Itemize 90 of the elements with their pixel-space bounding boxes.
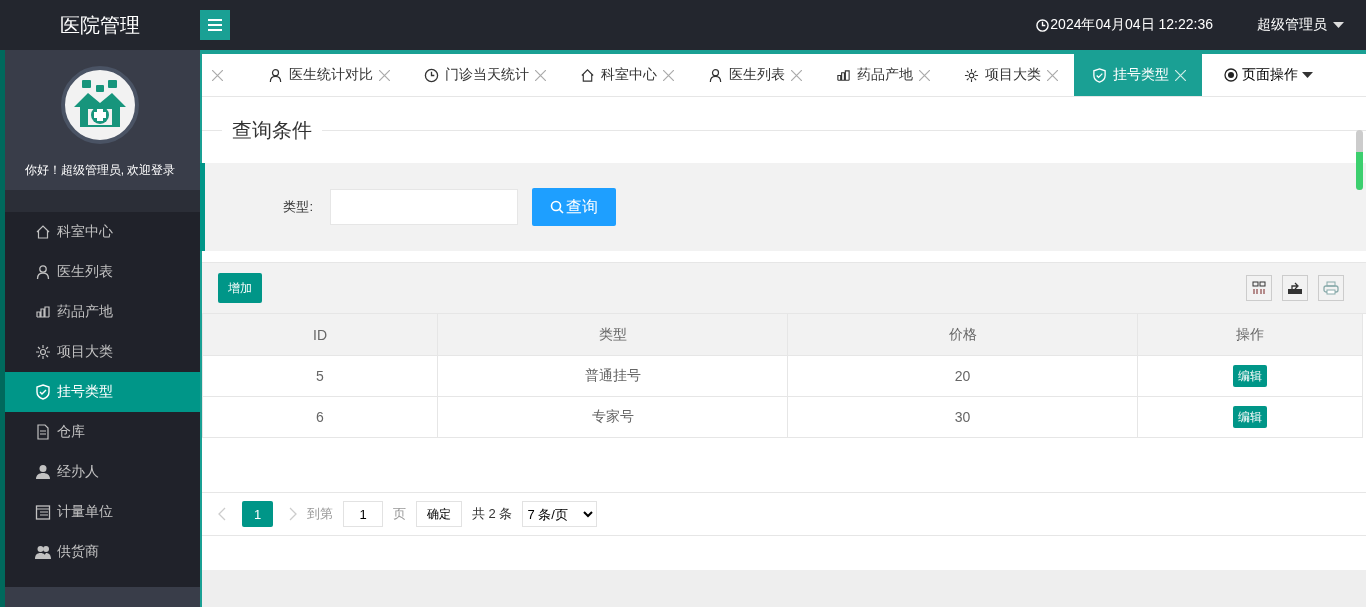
edit-button[interactable]: 编辑 [1233,406,1267,428]
tab-label: 医生统计对比 [289,66,373,84]
table-cell: 20 [787,355,1138,397]
sidebar-item[interactable]: 医生列表 [5,252,200,292]
sidebar-item[interactable]: 挂号类型 [5,372,200,412]
sidebar-item[interactable]: 项目大类 [5,332,200,372]
radio-icon [1224,68,1238,82]
close-icon[interactable] [663,69,674,81]
field-label: 类型: [282,198,313,216]
tab[interactable]: 医生列表 [690,54,818,96]
goto-label: 到第 [307,505,333,523]
page-actions-menu[interactable]: 页面操作 [1224,66,1313,84]
sidebar-item[interactable]: 供货商 [5,532,200,572]
chart-icon [836,67,851,83]
close-icon[interactable] [919,69,930,81]
print-button[interactable] [1318,275,1344,301]
user-menu[interactable]: 超级管理员 [1257,16,1344,34]
sidebar-item[interactable]: 经办人 [5,452,200,492]
caret-icon [1333,22,1344,28]
user-icon [268,67,283,83]
page-size-select[interactable]: 7 条/页 [522,501,598,527]
search-icon [550,200,564,214]
tab-label: 项目大类 [985,66,1041,84]
file-icon [35,424,51,440]
people-icon [35,544,51,560]
menu-icon [207,18,223,32]
close-icon[interactable] [212,69,223,81]
sidebar-item[interactable]: 科室中心 [5,212,200,252]
sidebar-item[interactable]: 计量单位 [5,492,200,532]
export-button[interactable] [1282,275,1308,301]
tab[interactable]: 科室中心 [562,54,690,96]
gear-icon [964,67,979,83]
gear-icon [35,344,51,360]
tab[interactable]: 药品产地 [818,54,946,96]
table-cell: 5 [202,355,438,397]
page-input[interactable]: 1 [343,501,383,527]
column-header: ID [202,314,438,356]
scrollbar[interactable] [1356,130,1363,190]
close-icon[interactable] [379,69,390,81]
table-cell: 30 [787,396,1138,438]
sidebar-item[interactable]: 药品产地 [5,292,200,332]
page-actions-label: 页面操作 [1242,66,1298,84]
tab[interactable]: 项目大类 [946,54,1074,96]
table-cell: 6 [202,396,438,438]
app-title: 医院管理 [59,12,141,38]
page-unit: 页 [393,505,406,523]
user-icon [35,264,51,280]
clock-icon [424,67,439,83]
tab-label: 挂号类型 [1113,66,1169,84]
chart-icon [35,304,51,320]
person-icon [35,464,51,480]
total-count: 共 2 条 [472,505,513,523]
print-icon [1323,281,1339,295]
home-icon [580,67,595,83]
columns-button[interactable] [1246,275,1272,301]
welcome-text: 你好！超级管理员, 欢迎登录 [24,162,176,179]
user-icon [708,67,723,83]
confirm-button[interactable]: 确定 [416,501,462,527]
calendar-icon [35,504,51,520]
type-input[interactable] [330,189,518,225]
add-button[interactable]: 增加 [218,273,262,303]
tab-label: 科室中心 [601,66,657,84]
tab[interactable]: 医生统计对比 [250,54,406,96]
home-icon [35,224,51,240]
clock-icon [1036,18,1050,32]
previous-page-icon[interactable] [218,507,226,521]
section-title: 查询条件 [231,117,313,143]
sidebar-item[interactable]: 仓库 [5,412,200,452]
close-icon[interactable] [1047,69,1058,81]
grid-icon [1252,281,1266,295]
datetime-text: 2024年04月04日 12:22:36 [1050,16,1213,34]
close-icon[interactable] [535,69,546,81]
tab-label: 门诊当天统计 [445,66,529,84]
column-header: 类型 [437,314,788,356]
table-cell: 普通挂号 [437,355,788,397]
page-button[interactable]: 1 [242,501,273,527]
column-header: 价格 [787,314,1138,356]
tab-label: 药品产地 [857,66,913,84]
edit-button[interactable]: 编辑 [1233,365,1267,387]
export-icon [1287,281,1303,295]
close-icon[interactable] [791,69,802,81]
tab-label: 医生列表 [729,66,785,84]
tab[interactable]: 门诊当天统计 [406,54,562,96]
caret-icon [1302,72,1313,78]
menu-button[interactable] [200,10,230,40]
table-cell: 专家号 [437,396,788,438]
shield-icon [35,384,51,400]
shield-icon [1092,67,1107,83]
next-page-icon[interactable] [289,507,297,521]
column-header: 操作 [1137,314,1363,356]
